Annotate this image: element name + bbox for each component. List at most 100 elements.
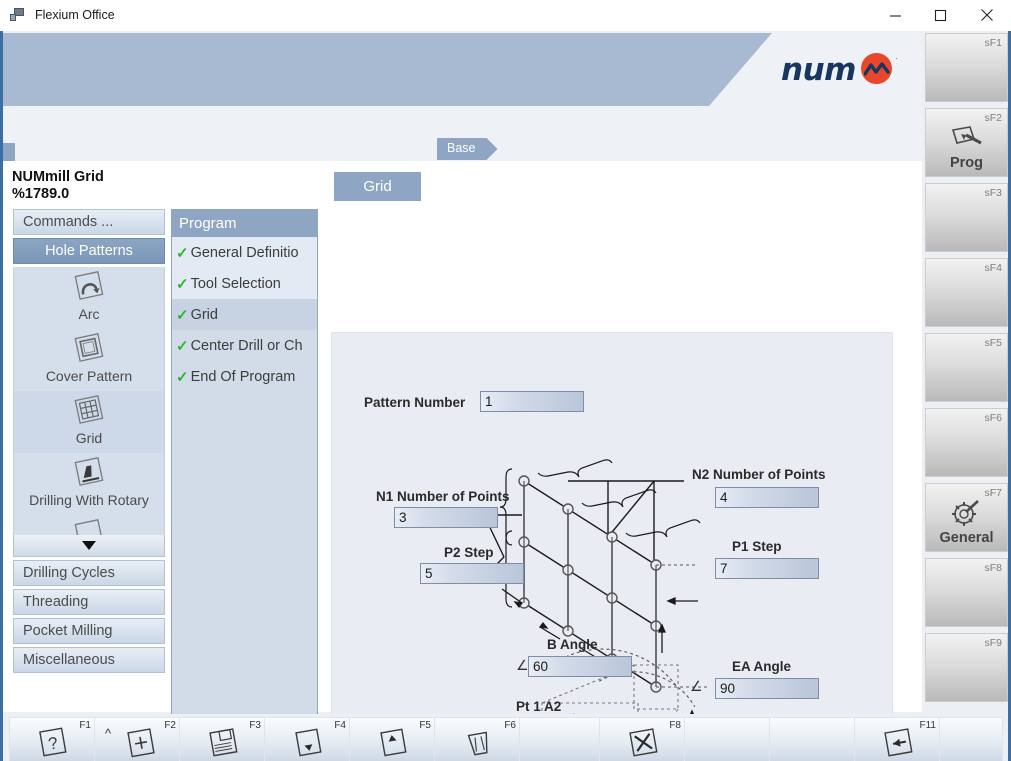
sidebar-item-cover-pattern[interactable]: Cover Pattern — [14, 329, 164, 391]
arrow-down-icon — [265, 727, 351, 759]
function-key-f8-clear[interactable]: F8 Clear — [599, 717, 687, 761]
help-question-icon: ? — [10, 727, 96, 759]
soft-key-sf9-key: sF9 — [984, 637, 1002, 649]
function-key-f4-down[interactable]: F4 Down — [264, 717, 352, 761]
prog-pencil-icon — [926, 123, 1007, 153]
close-button[interactable] — [963, 0, 1011, 31]
function-key-f7-empty[interactable] — [519, 717, 607, 761]
ea-angle-label: EA Angle — [732, 659, 791, 674]
tab-grid[interactable]: Grid — [334, 172, 421, 201]
ea-angle-input[interactable]: 90 — [715, 678, 819, 699]
app-window-icon — [10, 7, 26, 23]
soft-key-sf3-key: sF3 — [984, 187, 1002, 199]
function-key-f11-back[interactable]: F11 Back — [854, 717, 942, 761]
p2-step-input[interactable]: 5 — [420, 563, 524, 584]
page-title-line1: NUMmill Grid — [12, 169, 104, 186]
program-item-tool-selection[interactable]: ✓ Tool Selection — [172, 268, 317, 299]
pattern-number-label: Pattern Number — [364, 395, 465, 410]
sidebar-group-threading[interactable]: Threading — [13, 589, 165, 615]
breadcrumb-left-marker — [3, 143, 15, 161]
grid-icon — [69, 395, 109, 431]
program-item-end-of-program[interactable]: ✓ End Of Program — [172, 361, 317, 392]
program-panel-header: Program — [172, 210, 317, 237]
sidebar-item-partial[interactable] — [14, 515, 164, 535]
check-icon: ✓ — [176, 244, 189, 262]
minimize-button[interactable] — [873, 0, 918, 31]
title-bar: Flexium Office — [0, 0, 1011, 31]
check-icon: ✓ — [176, 368, 189, 386]
n1-number-of-points-input[interactable]: 3 — [394, 507, 498, 528]
sidebar-group-commands-label: Commands ... — [23, 214, 113, 230]
sidebar-group-hole-patterns[interactable]: Hole Patterns — [13, 238, 165, 264]
function-key-f3-save[interactable]: F3 Save — [179, 717, 267, 761]
function-key-f6-delete[interactable]: F6 Delete — [434, 717, 522, 761]
arc-icon — [69, 271, 109, 307]
soft-key-sf1-key: sF1 — [984, 37, 1002, 49]
function-key-f2-function[interactable]: F2 ^ Function — [94, 717, 182, 761]
pattern-number-input[interactable]: 1 — [480, 391, 584, 412]
n2-number-of-points-label: N2 Number of Points — [692, 467, 826, 482]
soft-key-sf6[interactable]: sF6 — [925, 408, 1008, 477]
sidebar-item-drilling-with-rotary-label: Drilling With Rotary — [29, 492, 149, 508]
function-key-f10-empty[interactable] — [769, 717, 857, 761]
b-angle-input[interactable]: 60 — [528, 656, 632, 677]
program-item-general-definition[interactable]: ✓ General Definitio — [172, 237, 317, 268]
sidebar-group-pocket-milling[interactable]: Pocket Milling — [13, 618, 165, 644]
sidebar-item-drilling-with-rotary[interactable]: Drilling With Rotary — [14, 453, 164, 515]
bottom-function-bar: F1 ? Help F2 ^ — [3, 714, 1008, 761]
n2-number-of-points-input[interactable]: 4 — [715, 487, 819, 508]
program-item-end-of-program-label: End Of Program — [191, 369, 296, 385]
function-key-f1-help[interactable]: F1 ? Help — [9, 717, 97, 761]
clear-x-icon — [600, 727, 686, 759]
soft-key-sf5[interactable]: sF5 — [925, 333, 1008, 402]
sidebar-scroll-down-button[interactable] — [13, 535, 165, 557]
sidebar-group-threading-label: Threading — [23, 594, 88, 610]
p1-step-input[interactable]: 7 — [715, 558, 819, 579]
sidebar-group-drilling-cycles[interactable]: Drilling Cycles — [13, 560, 165, 586]
ea-angle-symbol: ∠ — [690, 678, 703, 695]
commands-sidebar: Commands ... Hole Patterns — [13, 209, 165, 761]
cover-pattern-icon — [69, 333, 109, 369]
sidebar-item-arc[interactable]: Arc — [14, 267, 164, 329]
parameter-form-area: Pattern Number 1 N1 Number of Points 3 N… — [331, 332, 893, 761]
soft-key-sf7-general[interactable]: sF7 General — [925, 483, 1008, 552]
page-title-line2: %1789.0 — [12, 186, 104, 203]
maximize-button[interactable] — [918, 0, 963, 31]
sidebar-group-miscellaneous[interactable]: Miscellaneous — [13, 647, 165, 673]
program-item-center-drill-label: Center Drill or Ch — [191, 338, 303, 354]
sidebar-item-cover-pattern-label: Cover Pattern — [46, 368, 132, 384]
soft-key-sf1[interactable]: sF1 — [925, 33, 1008, 102]
program-item-general-definition-label: General Definitio — [191, 245, 299, 261]
soft-key-sf4-key: sF4 — [984, 262, 1002, 274]
window-title: Flexium Office — [35, 8, 115, 22]
function-plus-icon — [95, 727, 181, 759]
window-body: num · Base NUMmill Grid — [0, 31, 1011, 761]
sidebar-group-commands[interactable]: Commands ... — [13, 209, 165, 235]
p1-step-label: P1 Step — [732, 539, 782, 554]
function-key-f5-up[interactable]: F5 Up — [349, 717, 437, 761]
application-window: Flexium Office num — [0, 0, 1011, 761]
num-logo: num · — [781, 53, 895, 87]
soft-key-sf9[interactable]: sF9 — [925, 633, 1008, 702]
sidebar-item-list[interactable]: Arc Cover Pattern — [13, 267, 165, 535]
soft-key-sf4[interactable]: sF4 — [925, 258, 1008, 327]
window-controls — [873, 0, 1011, 31]
sidebar-item-grid[interactable]: Grid — [14, 391, 164, 453]
soft-key-sf8[interactable]: sF8 — [925, 558, 1008, 627]
svg-text:?: ? — [47, 733, 60, 753]
soft-key-sf3[interactable]: sF3 — [925, 183, 1008, 252]
function-key-f12-empty[interactable] — [939, 717, 1003, 761]
soft-key-sf8-key: sF8 — [984, 562, 1002, 574]
program-item-grid[interactable]: ✓ Grid — [172, 299, 317, 330]
sidebar-group-pocket-milling-label: Pocket Milling — [23, 623, 112, 639]
breadcrumb-base[interactable]: Base — [437, 138, 498, 160]
check-icon: ✓ — [176, 337, 189, 355]
function-key-f9-empty[interactable] — [684, 717, 772, 761]
back-arrow-icon — [855, 727, 941, 759]
arrow-up-icon — [350, 727, 436, 759]
page-title: NUMmill Grid %1789.0 — [12, 169, 104, 203]
soft-key-sf2-prog[interactable]: sF2 Prog — [925, 108, 1008, 177]
soft-key-sf5-key: sF5 — [984, 337, 1002, 349]
p2-step-label: P2 Step — [444, 545, 494, 560]
program-item-center-drill[interactable]: ✓ Center Drill or Ch — [172, 330, 317, 361]
